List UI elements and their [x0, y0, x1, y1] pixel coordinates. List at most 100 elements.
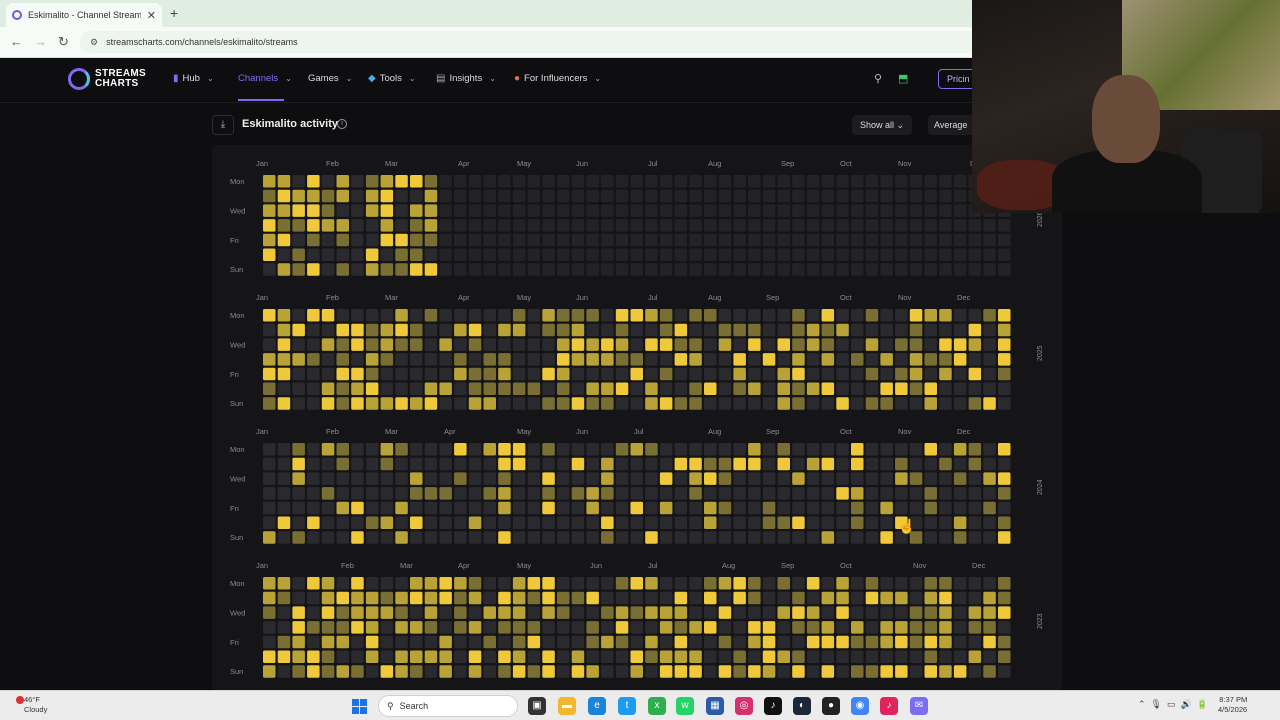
heatmap-cell[interactable] — [277, 204, 291, 217]
heatmap-cell[interactable] — [498, 219, 511, 232]
heatmap-cell[interactable] — [718, 650, 732, 664]
heatmap-cell[interactable] — [468, 248, 482, 262]
heatmap-cell[interactable] — [630, 367, 644, 381]
heatmap-cell[interactable] — [365, 577, 379, 590]
heatmap-cell[interactable] — [704, 175, 717, 188]
heatmap-cell[interactable] — [630, 457, 644, 471]
heatmap-cell[interactable] — [792, 397, 805, 410]
heatmap-cell[interactable] — [498, 204, 511, 217]
heatmap-cell[interactable] — [821, 353, 835, 366]
heatmap-cell[interactable] — [630, 501, 644, 515]
heatmap-cell[interactable] — [939, 443, 952, 456]
heatmap-cell[interactable] — [909, 577, 923, 590]
heatmap-cell[interactable] — [498, 338, 511, 351]
heatmap-cell[interactable] — [365, 487, 379, 500]
heatmap-cell[interactable] — [733, 204, 746, 217]
heatmap-cell[interactable] — [424, 309, 438, 322]
heatmap-cell[interactable] — [615, 353, 629, 366]
heatmap-cell[interactable] — [924, 367, 938, 381]
heatmap-cell[interactable] — [410, 635, 423, 649]
heatmap-cell[interactable] — [277, 472, 291, 485]
heatmap-cell[interactable] — [718, 338, 732, 351]
heatmap-cell[interactable] — [454, 501, 467, 515]
heatmap-cell[interactable] — [748, 635, 761, 649]
heatmap-cell[interactable] — [659, 606, 673, 619]
heatmap-cell[interactable] — [380, 382, 394, 396]
heatmap-cell[interactable] — [748, 219, 761, 232]
chrome-icon[interactable]: ◉ — [851, 697, 869, 715]
heatmap-cell[interactable] — [733, 591, 746, 605]
heatmap-cell[interactable] — [821, 635, 835, 649]
heatmap-cell[interactable] — [468, 397, 482, 410]
heatmap-cell[interactable] — [439, 665, 452, 678]
heatmap-cell[interactable] — [762, 650, 776, 664]
heatmap-cell[interactable] — [895, 443, 908, 456]
heatmap-cell[interactable] — [733, 487, 746, 500]
heatmap-cell[interactable] — [895, 382, 908, 396]
heatmap-cell[interactable] — [542, 472, 555, 485]
heatmap-cell[interactable] — [351, 650, 364, 664]
heatmap-cell[interactable] — [953, 204, 967, 217]
heatmap-cell[interactable] — [424, 189, 438, 203]
heatmap-cell[interactable] — [483, 367, 497, 381]
heatmap-cell[interactable] — [307, 382, 320, 396]
heatmap-cell[interactable] — [483, 204, 497, 217]
heatmap-cell[interactable] — [351, 338, 364, 351]
heatmap-cell[interactable] — [307, 487, 320, 500]
heatmap-cell[interactable] — [424, 367, 438, 381]
heatmap-cell[interactable] — [939, 248, 952, 262]
heatmap-cell[interactable] — [351, 204, 364, 217]
heatmap-cell[interactable] — [836, 189, 849, 203]
heatmap-cell[interactable] — [498, 577, 511, 590]
heatmap-cell[interactable] — [586, 189, 599, 203]
heatmap-cell[interactable] — [718, 577, 732, 590]
heatmap-cell[interactable] — [395, 175, 408, 188]
heatmap-cell[interactable] — [321, 204, 335, 217]
heatmap-cell[interactable] — [277, 606, 291, 619]
heatmap-cell[interactable] — [468, 577, 482, 590]
heatmap-cell[interactable] — [498, 621, 511, 634]
heatmap-cell[interactable] — [733, 175, 746, 188]
heatmap-cell[interactable] — [557, 501, 570, 515]
heatmap-cell[interactable] — [865, 621, 879, 634]
heatmap-cell[interactable] — [351, 323, 364, 337]
heatmap-cell[interactable] — [748, 457, 761, 471]
heatmap-cell[interactable] — [468, 338, 482, 351]
heatmap-cell[interactable] — [733, 516, 746, 530]
heatmap-cell[interactable] — [968, 501, 982, 515]
heatmap-cell[interactable] — [395, 606, 408, 619]
heatmap-cell[interactable] — [909, 397, 923, 410]
heatmap-cell[interactable] — [733, 219, 746, 232]
heatmap-cell[interactable] — [865, 472, 879, 485]
heatmap-cell[interactable] — [395, 382, 408, 396]
heatmap-cell[interactable] — [777, 487, 791, 500]
heatmap-cell[interactable] — [321, 650, 335, 664]
heatmap-cell[interactable] — [527, 323, 541, 337]
heatmap-cell[interactable] — [836, 665, 849, 678]
heatmap-cell[interactable] — [292, 189, 305, 203]
heatmap-cell[interactable] — [410, 338, 423, 351]
heatmap-cell[interactable] — [880, 457, 893, 471]
heatmap-cell[interactable] — [527, 501, 541, 515]
heatmap-cell[interactable] — [321, 233, 335, 247]
heatmap-cell[interactable] — [645, 248, 658, 262]
heatmap-cell[interactable] — [454, 309, 467, 322]
heatmap-cell[interactable] — [307, 531, 320, 544]
heatmap-cell[interactable] — [395, 577, 408, 590]
heatmap-cell[interactable] — [380, 263, 394, 276]
heatmap-cell[interactable] — [645, 397, 658, 410]
heatmap-cell[interactable] — [645, 457, 658, 471]
heatmap-cell[interactable] — [777, 309, 791, 322]
heatmap-cell[interactable] — [659, 472, 673, 485]
heatmap-cell[interactable] — [939, 531, 952, 544]
heatmap-cell[interactable] — [733, 263, 746, 276]
heatmap-cell[interactable] — [424, 263, 438, 276]
heatmap-cell[interactable] — [498, 189, 511, 203]
heatmap-cell[interactable] — [292, 175, 305, 188]
heatmap-cell[interactable] — [895, 367, 908, 381]
heatmap-cell[interactable] — [865, 219, 879, 232]
heatmap-cell[interactable] — [292, 472, 305, 485]
heatmap-cell[interactable] — [645, 650, 658, 664]
heatmap-cell[interactable] — [674, 650, 688, 664]
heatmap-cell[interactable] — [762, 635, 776, 649]
